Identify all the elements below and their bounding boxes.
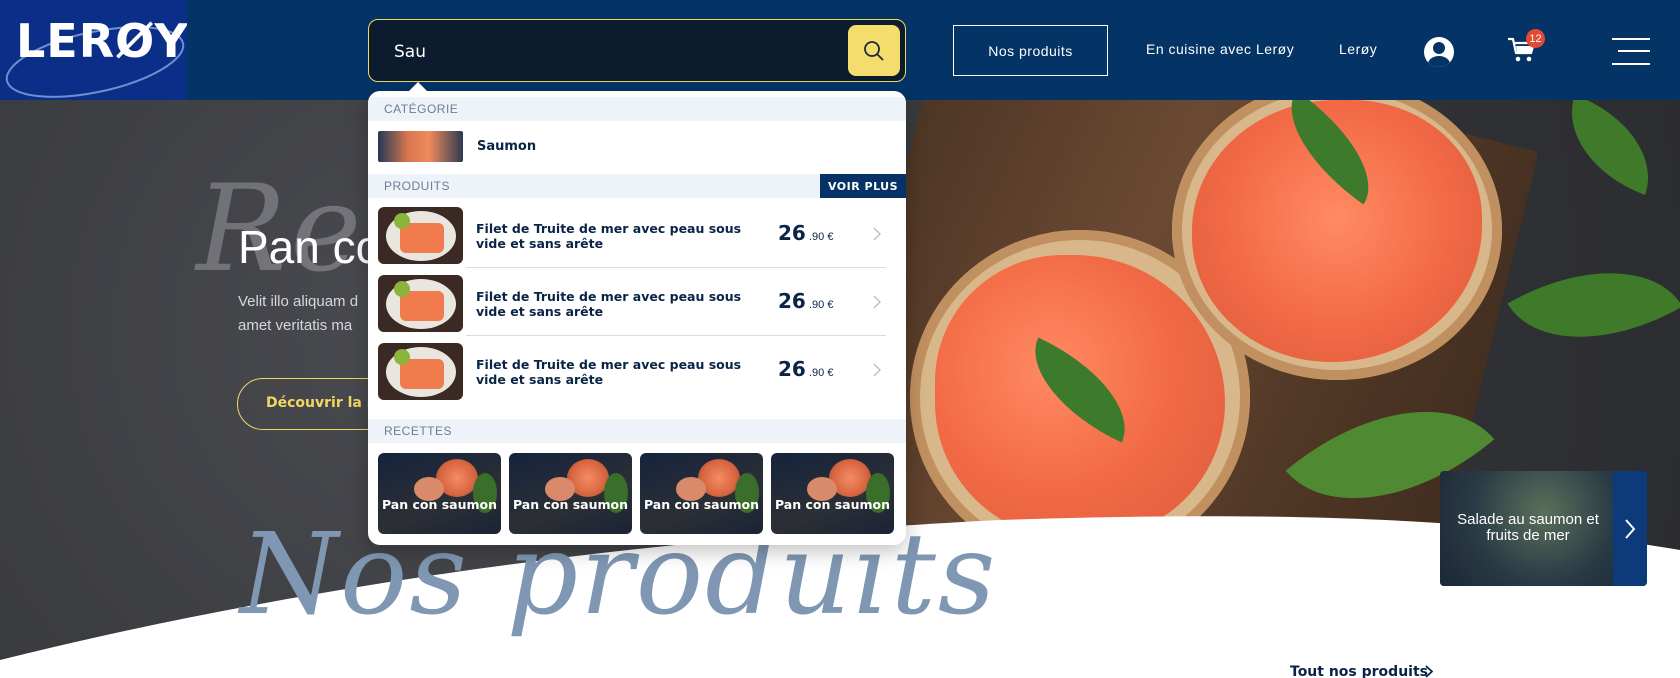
category-thumbnail (378, 131, 463, 162)
product-price-int: 26 (778, 357, 806, 381)
search-button[interactable] (848, 25, 900, 76)
see-more-button[interactable]: VOIR PLUS (820, 174, 906, 198)
product-price-dec: .90 € (809, 367, 834, 379)
recipe-label: Pan con saumon (774, 497, 891, 512)
product-result[interactable]: Filet de Truite de mer avec peau sous vi… (378, 343, 896, 411)
category-label: Saumon (477, 139, 537, 154)
recipes-section-header: RECETTES (368, 419, 906, 443)
nav-leroy-link[interactable]: Lerøy (1339, 41, 1377, 57)
product-result[interactable]: Filet de Truite de mer avec peau sous vi… (378, 207, 896, 275)
products-section-header: PRODUITS VOIR PLUS (368, 174, 906, 198)
divider (466, 335, 886, 336)
chevron-right-icon (873, 227, 881, 241)
divider (466, 267, 886, 268)
nav-products-button[interactable]: Nos produits (953, 25, 1108, 76)
search-icon (864, 40, 884, 61)
category-section-header: CATÉGORIE (368, 97, 906, 121)
leroy-logo[interactable]: LERØY (0, 0, 187, 100)
user-account-button[interactable] (1424, 37, 1454, 67)
featured-recipe-card[interactable]: Salade au saumon et fruits de mer (1440, 471, 1647, 586)
recipe-result[interactable]: Pan con saumon (640, 453, 763, 534)
product-price-dec: .90 € (809, 299, 834, 311)
chevron-right-icon (1625, 518, 1636, 539)
recipe-label: Pan con saumon (643, 497, 760, 512)
recipe-result[interactable]: Pan con saumon (509, 453, 632, 534)
all-products-link[interactable]: Tout nos produits (1290, 664, 1428, 678)
featured-recipe-label: Salade au saumon et fruits de mer (1457, 511, 1599, 544)
product-name: Filet de Truite de mer avec peau sous vi… (476, 357, 742, 387)
chevron-right-icon (873, 295, 881, 309)
site-header: LERØY Nos produits En cuisine avec Lerøy… (0, 0, 1680, 100)
recipe-result[interactable]: Pan con saumon (771, 453, 894, 534)
product-price-int: 26 (778, 289, 806, 313)
user-icon (1428, 42, 1450, 67)
recipe-result[interactable]: Pan con saumon (378, 453, 501, 534)
dropdown-caret (408, 82, 428, 92)
product-price-dec: .90 € (809, 231, 834, 243)
cart-count-badge: 12 (1526, 29, 1545, 48)
product-thumbnail (378, 207, 463, 264)
search-input[interactable] (394, 40, 794, 64)
nav-cooking-link[interactable]: En cuisine avec Lerøy (1146, 41, 1294, 57)
product-name: Filet de Truite de mer avec peau sous vi… (476, 289, 742, 319)
search-bar (368, 19, 906, 82)
product-name: Filet de Truite de mer avec peau sous vi… (476, 221, 742, 251)
logo-text: LERØY (16, 14, 187, 68)
menu-button[interactable] (1612, 38, 1650, 66)
product-thumbnail (378, 275, 463, 332)
product-thumbnail (378, 343, 463, 400)
products-section-label: PRODUITS (384, 179, 451, 193)
product-result[interactable]: Filet de Truite de mer avec peau sous vi… (378, 275, 896, 343)
recipe-label: Pan con saumon (512, 497, 629, 512)
recipe-label: Pan con saumon (381, 497, 498, 512)
chevron-right-icon (873, 363, 881, 377)
chevron-right-icon (1425, 665, 1433, 678)
product-price-int: 26 (778, 221, 806, 245)
next-slide-button[interactable] (1613, 471, 1647, 586)
search-suggestions-dropdown: CATÉGORIE Saumon PRODUITS VOIR PLUS File… (368, 91, 906, 545)
